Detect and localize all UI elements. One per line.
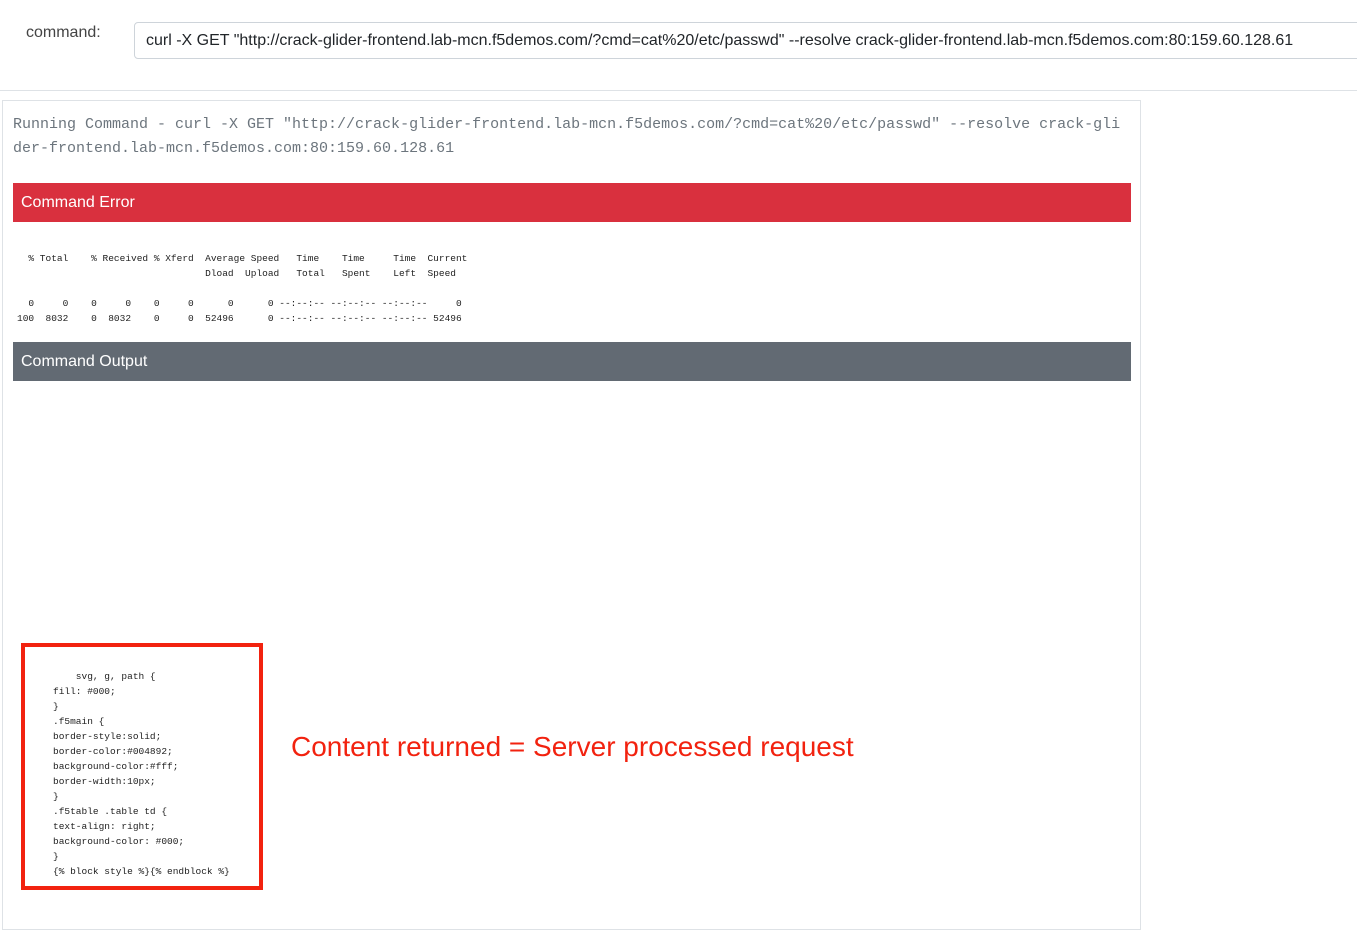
command-error-header: Command Error xyxy=(13,183,1131,222)
annotation-text: Content returned = Server processed requ… xyxy=(291,731,854,762)
highlighted-output-box: svg, g, path { fill: #000; } .f5main { b… xyxy=(21,643,263,890)
result-panel: Running Command - curl -X GET "http://cr… xyxy=(2,100,1141,930)
command-error-output: % Total % Received % Xferd Average Speed… xyxy=(17,253,468,324)
command-output-content: svg, g, path { fill: #000; } .f5main { b… xyxy=(53,671,230,877)
command-bar: command: xyxy=(0,0,1357,91)
command-label: command: xyxy=(26,24,101,41)
running-command-text: Running Command - curl -X GET "http://cr… xyxy=(13,116,1121,157)
command-output-header: Command Output xyxy=(13,342,1131,381)
command-input[interactable] xyxy=(134,22,1357,59)
